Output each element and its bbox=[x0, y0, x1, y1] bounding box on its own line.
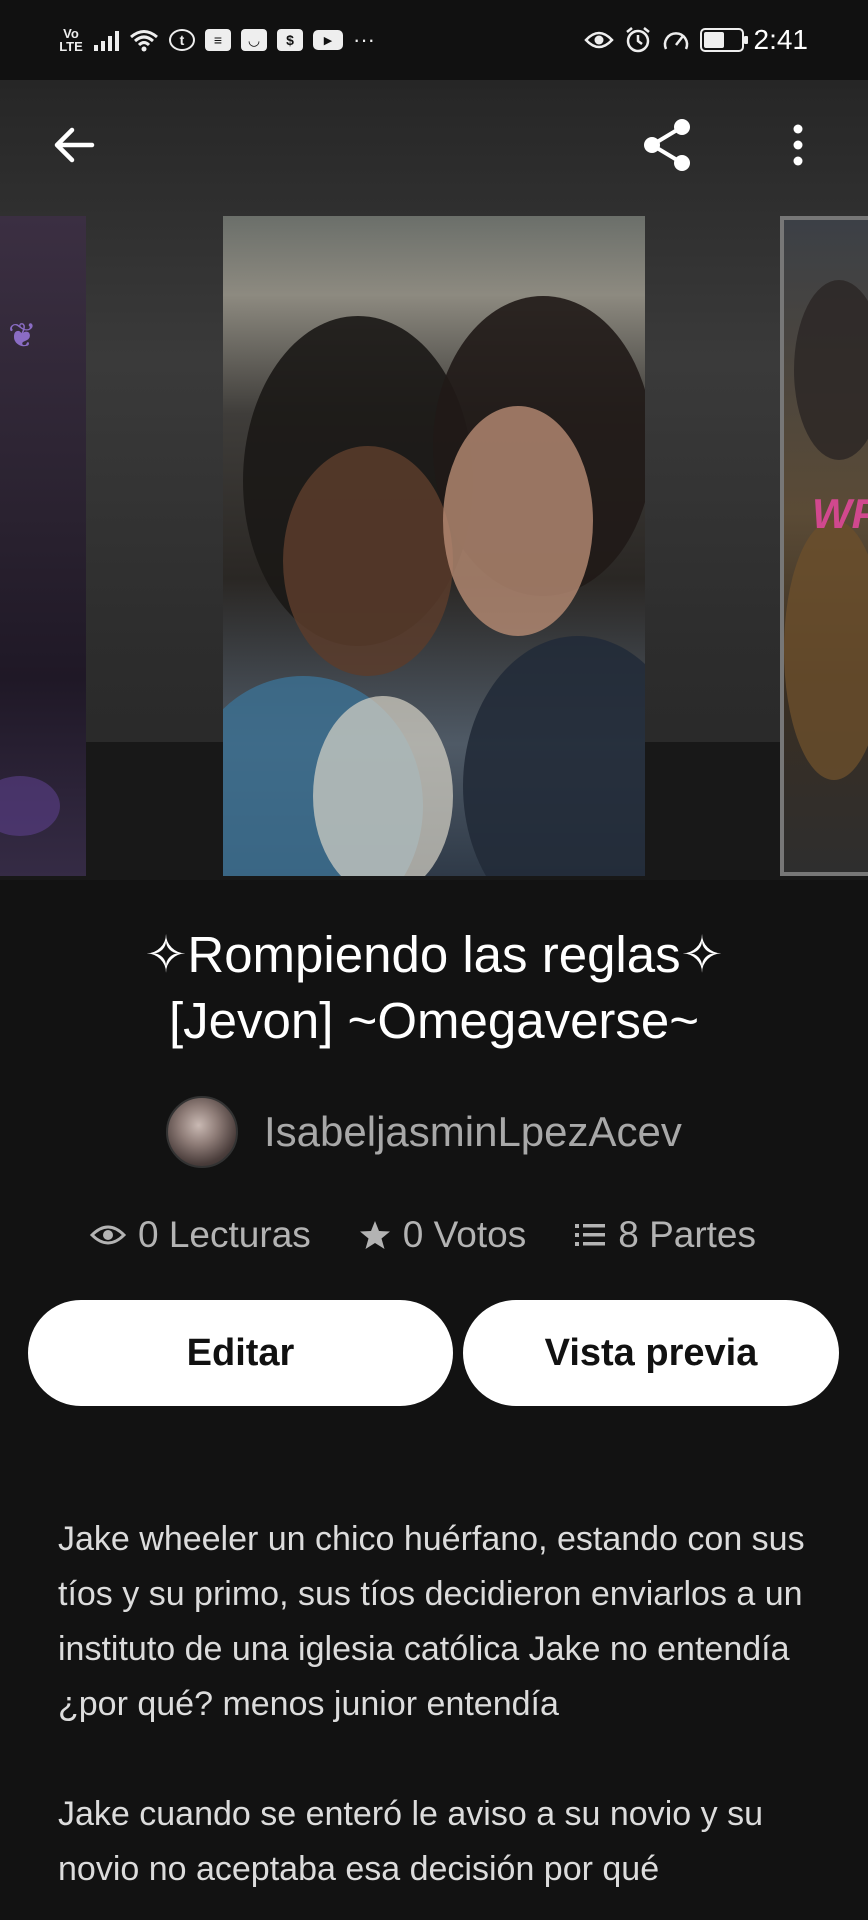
app-bar-actions bbox=[638, 115, 828, 175]
votes-count: 0 Votos bbox=[402, 1214, 527, 1255]
volte-indicator: Vo LTE bbox=[59, 26, 83, 54]
parts-count: 8 Partes bbox=[618, 1214, 757, 1255]
wifi-icon bbox=[130, 30, 158, 52]
eye-icon bbox=[90, 1225, 126, 1245]
news-icon: ≡ bbox=[205, 29, 231, 51]
more-options-button[interactable] bbox=[768, 115, 828, 175]
more-notifications-icon: ··· bbox=[353, 27, 375, 52]
author-avatar[interactable] bbox=[166, 1096, 238, 1168]
app-bar bbox=[0, 80, 868, 210]
back-button[interactable] bbox=[44, 115, 104, 175]
shopping-bag-icon: ◡ bbox=[241, 29, 267, 51]
signal-icon bbox=[94, 29, 119, 51]
battery-icon bbox=[699, 28, 748, 52]
description-paragraph: Jake cuando se enteró le aviso a su novi… bbox=[58, 1795, 763, 1888]
reads-stat: 0 Lecturas bbox=[90, 1214, 311, 1256]
butterfly-graphic: ❦ bbox=[8, 317, 37, 355]
status-right: 2:41 bbox=[583, 24, 809, 56]
action-buttons: Editar Vista previa bbox=[28, 1300, 840, 1406]
cover-previous[interactable]: ❦ bbox=[0, 216, 86, 876]
parts-stat: 8 Partes bbox=[574, 1214, 756, 1256]
cover-current[interactable] bbox=[223, 216, 645, 876]
author-name[interactable]: IsabeljasminLpezAcev bbox=[264, 1108, 682, 1156]
edit-button[interactable]: Editar bbox=[28, 1300, 453, 1406]
alarm-icon bbox=[625, 27, 650, 53]
cover-next[interactable]: WP bbox=[780, 216, 868, 876]
preview-button[interactable]: Vista previa bbox=[463, 1300, 839, 1406]
story-title-line2: [Jevon] ~Omegaverse~ bbox=[168, 992, 700, 1049]
reads-count: 0 Lecturas bbox=[138, 1214, 311, 1255]
story-title: ✧Rompiendo las reglas✧ [Jevon] ~Omegaver… bbox=[0, 922, 868, 1054]
share-button[interactable] bbox=[638, 115, 698, 175]
status-bar: Vo LTE t ≡ ◡ $ ▶ ··· 2:41 bbox=[0, 0, 868, 80]
cover-next-text: WP bbox=[812, 490, 868, 537]
shop-icon: $ bbox=[277, 29, 303, 51]
tumblr-icon: t bbox=[169, 29, 195, 51]
status-left: Vo LTE t ≡ ◡ $ ▶ ··· bbox=[58, 27, 375, 53]
back-arrow-icon bbox=[54, 127, 95, 163]
list-icon bbox=[575, 1224, 606, 1246]
votes-stat: 0 Votos bbox=[359, 1214, 526, 1256]
story-description: Jake wheeler un chico huérfano, estando … bbox=[58, 1512, 818, 1920]
youtube-icon: ▶ bbox=[313, 30, 343, 50]
story-stats: 0 Lecturas 0 Votos 8 Partes bbox=[90, 1214, 756, 1256]
description-paragraph: Jake wheeler un chico huérfano, estando … bbox=[58, 1520, 805, 1723]
star-icon bbox=[359, 1221, 390, 1249]
speed-icon bbox=[663, 32, 688, 50]
author-row[interactable]: IsabeljasminLpezAcev bbox=[166, 1096, 682, 1168]
eye-icon bbox=[583, 31, 614, 49]
share-icon bbox=[644, 119, 690, 171]
more-vert-icon bbox=[793, 124, 803, 166]
clock: 2:41 bbox=[753, 24, 809, 55]
story-title-line1: ✧Rompiendo las reglas✧ bbox=[144, 926, 724, 983]
